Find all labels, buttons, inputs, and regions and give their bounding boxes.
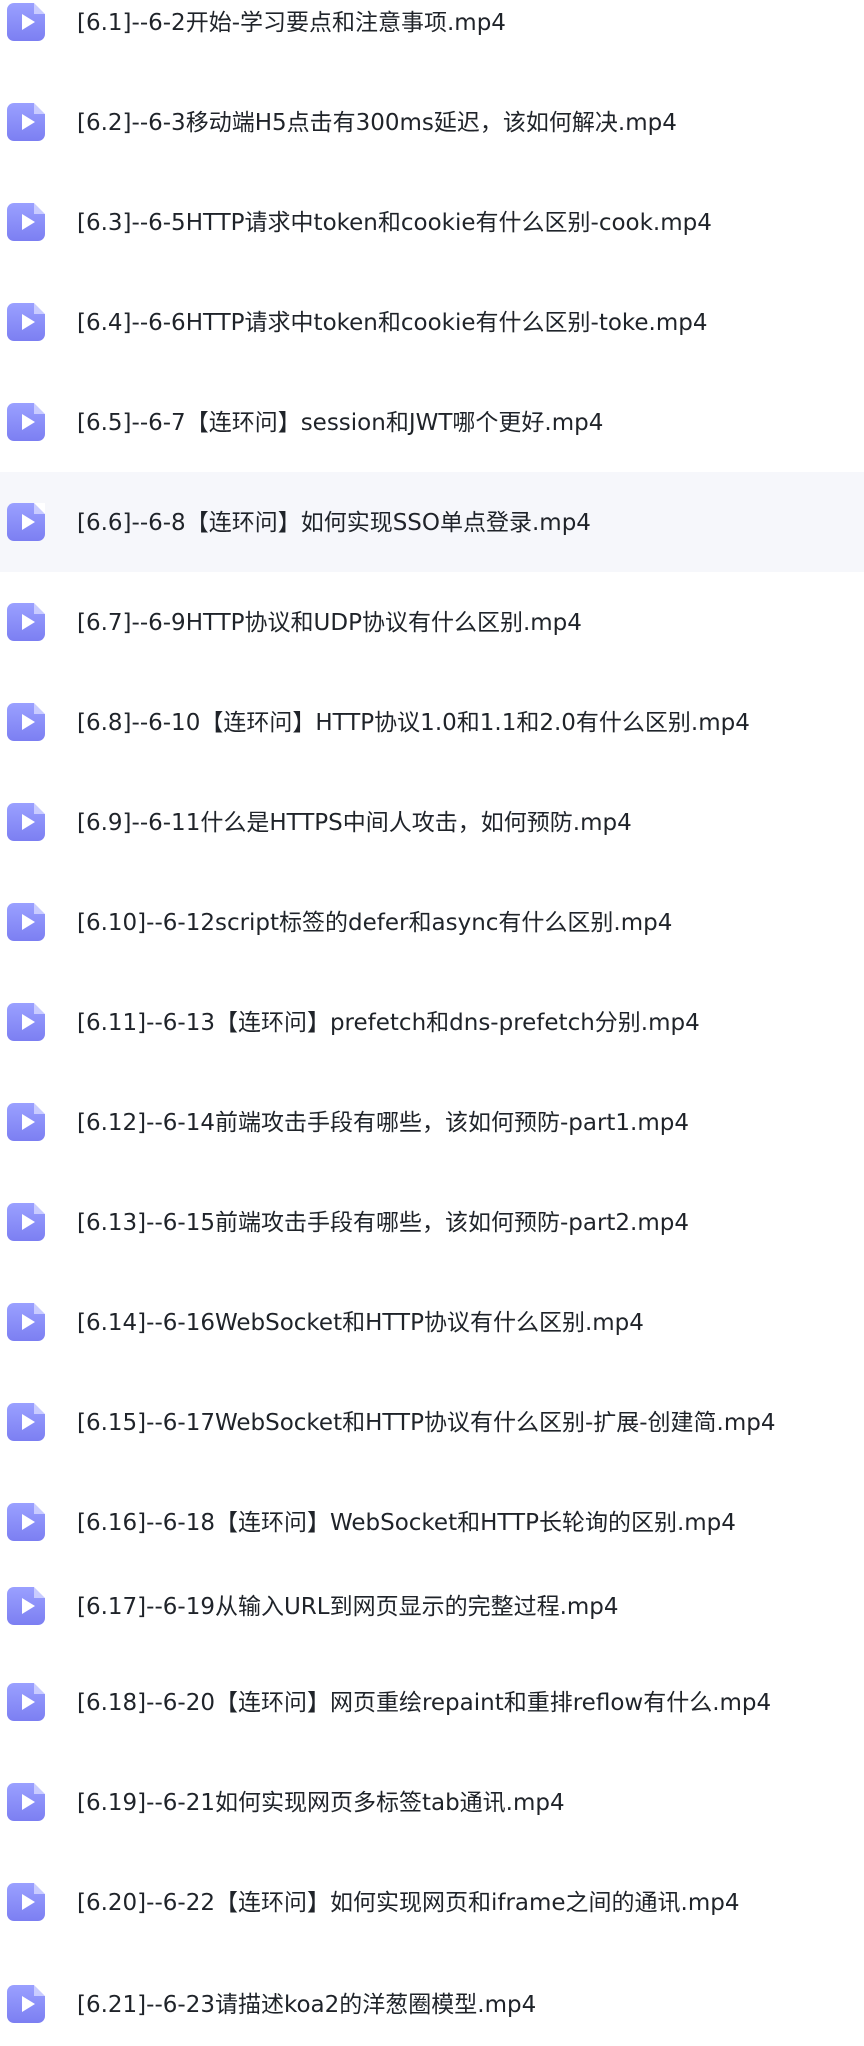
video-file-icon <box>7 1587 45 1625</box>
file-row-7[interactable]: [6.7]--6-9HTTP协议和UDP协议有什么区别.mp4 <box>0 572 864 672</box>
file-row-1[interactable]: [6.1]--6-2开始-学习要点和注意事项.mp4 <box>0 0 864 72</box>
file-name: [6.10]--6-12script标签的defer和async有什么区别.mp… <box>77 910 673 936</box>
video-file-icon <box>7 1683 45 1721</box>
file-row-19[interactable]: [6.19]--6-21如何实现网页多标签tab通讯.mp4 <box>0 1750 864 1850</box>
file-row-20[interactable]: [6.20]--6-22【连环问】如何实现网页和iframe之间的通讯.mp4 <box>0 1850 864 1950</box>
file-name: [6.6]--6-8【连环问】如何实现SSO单点登录.mp4 <box>77 510 591 536</box>
video-file-icon <box>7 103 45 141</box>
file-name: [6.9]--6-11什么是HTTPS中间人攻击，如何预防.mp4 <box>77 810 632 836</box>
file-name: [6.2]--6-3移动端H5点击有300ms延迟，该如何解决.mp4 <box>77 110 677 136</box>
video-file-icon <box>7 1003 45 1041</box>
video-file-icon <box>7 603 45 641</box>
video-file-icon <box>7 703 45 741</box>
file-name: [6.1]--6-2开始-学习要点和注意事项.mp4 <box>77 10 506 36</box>
file-row-16[interactable]: [6.16]--6-18【连环问】WebSocket和HTTP长轮询的区别.mp… <box>0 1472 864 1572</box>
file-name: [6.16]--6-18【连环问】WebSocket和HTTP长轮询的区别.mp… <box>77 1510 736 1536</box>
file-row-2[interactable]: [6.2]--6-3移动端H5点击有300ms延迟，该如何解决.mp4 <box>0 72 864 172</box>
file-name: [6.21]--6-23请描述koa2的洋葱圈模型.mp4 <box>77 1992 537 2018</box>
file-name: [6.3]--6-5HTTP请求中token和cookie有什么区别-cook.… <box>77 210 712 236</box>
video-file-icon <box>7 1203 45 1241</box>
file-name: [6.8]--6-10【连环问】HTTP协议1.0和1.1和2.0有什么区别.m… <box>77 710 750 736</box>
file-name: [6.20]--6-22【连环问】如何实现网页和iframe之间的通讯.mp4 <box>77 1890 740 1916</box>
video-file-icon <box>7 903 45 941</box>
file-name: [6.7]--6-9HTTP协议和UDP协议有什么区别.mp4 <box>77 610 582 636</box>
file-name: [6.13]--6-15前端攻击手段有哪些，该如何预防-part2.mp4 <box>77 1210 690 1236</box>
file-name: [6.4]--6-6HTTP请求中token和cookie有什么区别-toke.… <box>77 310 708 336</box>
file-row-13[interactable]: [6.13]--6-15前端攻击手段有哪些，该如何预防-part2.mp4 <box>0 1172 864 1272</box>
file-row-8[interactable]: [6.8]--6-10【连环问】HTTP协议1.0和1.1和2.0有什么区别.m… <box>0 672 864 772</box>
file-name: [6.18]--6-20【连环问】网页重绘repaint和重排reflow有什么… <box>77 1690 772 1716</box>
file-row-14[interactable]: [6.14]--6-16WebSocket和HTTP协议有什么区别.mp4 <box>0 1272 864 1372</box>
video-file-icon <box>7 203 45 241</box>
video-file-icon <box>7 803 45 841</box>
video-file-icon <box>7 1303 45 1341</box>
video-file-icon <box>7 1503 45 1541</box>
file-row-5[interactable]: [6.5]--6-7【连环问】session和JWT哪个更好.mp4 <box>0 372 864 472</box>
video-file-icon <box>7 1783 45 1821</box>
file-row-3[interactable]: [6.3]--6-5HTTP请求中token和cookie有什么区别-cook.… <box>0 172 864 272</box>
video-file-list: [6.1]--6-2开始-学习要点和注意事项.mp4 [6.2]--6-3移动端… <box>0 0 864 2046</box>
file-row-15[interactable]: [6.15]--6-17WebSocket和HTTP协议有什么区别-扩展-创建简… <box>0 1372 864 1472</box>
file-row-11[interactable]: [6.11]--6-13【连环问】prefetch和dns-prefetch分别… <box>0 972 864 1072</box>
file-name: [6.19]--6-21如何实现网页多标签tab通讯.mp4 <box>77 1790 565 1816</box>
file-row-12[interactable]: [6.12]--6-14前端攻击手段有哪些，该如何预防-part1.mp4 <box>0 1072 864 1172</box>
file-row-18[interactable]: [6.18]--6-20【连环问】网页重绘repaint和重排reflow有什么… <box>0 1643 864 1743</box>
file-name: [6.15]--6-17WebSocket和HTTP协议有什么区别-扩展-创建简… <box>77 1410 776 1436</box>
file-name: [6.14]--6-16WebSocket和HTTP协议有什么区别.mp4 <box>77 1310 644 1336</box>
video-file-icon <box>7 1103 45 1141</box>
file-row-6[interactable]: [6.6]--6-8【连环问】如何实现SSO单点登录.mp4 <box>0 472 864 572</box>
video-file-icon <box>7 1883 45 1921</box>
video-file-icon <box>7 303 45 341</box>
file-name: [6.17]--6-19从输入URL到网页显示的完整过程.mp4 <box>77 1594 619 1620</box>
video-file-icon <box>7 1403 45 1441</box>
file-row-10[interactable]: [6.10]--6-12script标签的defer和async有什么区别.mp… <box>0 872 864 972</box>
file-name: [6.5]--6-7【连环问】session和JWT哪个更好.mp4 <box>77 410 604 436</box>
video-file-icon <box>7 503 45 541</box>
video-file-icon <box>7 1985 45 2023</box>
video-file-icon <box>7 403 45 441</box>
file-name: [6.11]--6-13【连环问】prefetch和dns-prefetch分别… <box>77 1010 700 1036</box>
file-row-21[interactable]: [6.21]--6-23请描述koa2的洋葱圈模型.mp4 <box>0 1946 864 2046</box>
file-row-4[interactable]: [6.4]--6-6HTTP请求中token和cookie有什么区别-toke.… <box>0 272 864 372</box>
video-file-icon <box>7 3 45 41</box>
file-name: [6.12]--6-14前端攻击手段有哪些，该如何预防-part1.mp4 <box>77 1110 690 1136</box>
file-row-9[interactable]: [6.9]--6-11什么是HTTPS中间人攻击，如何预防.mp4 <box>0 772 864 872</box>
